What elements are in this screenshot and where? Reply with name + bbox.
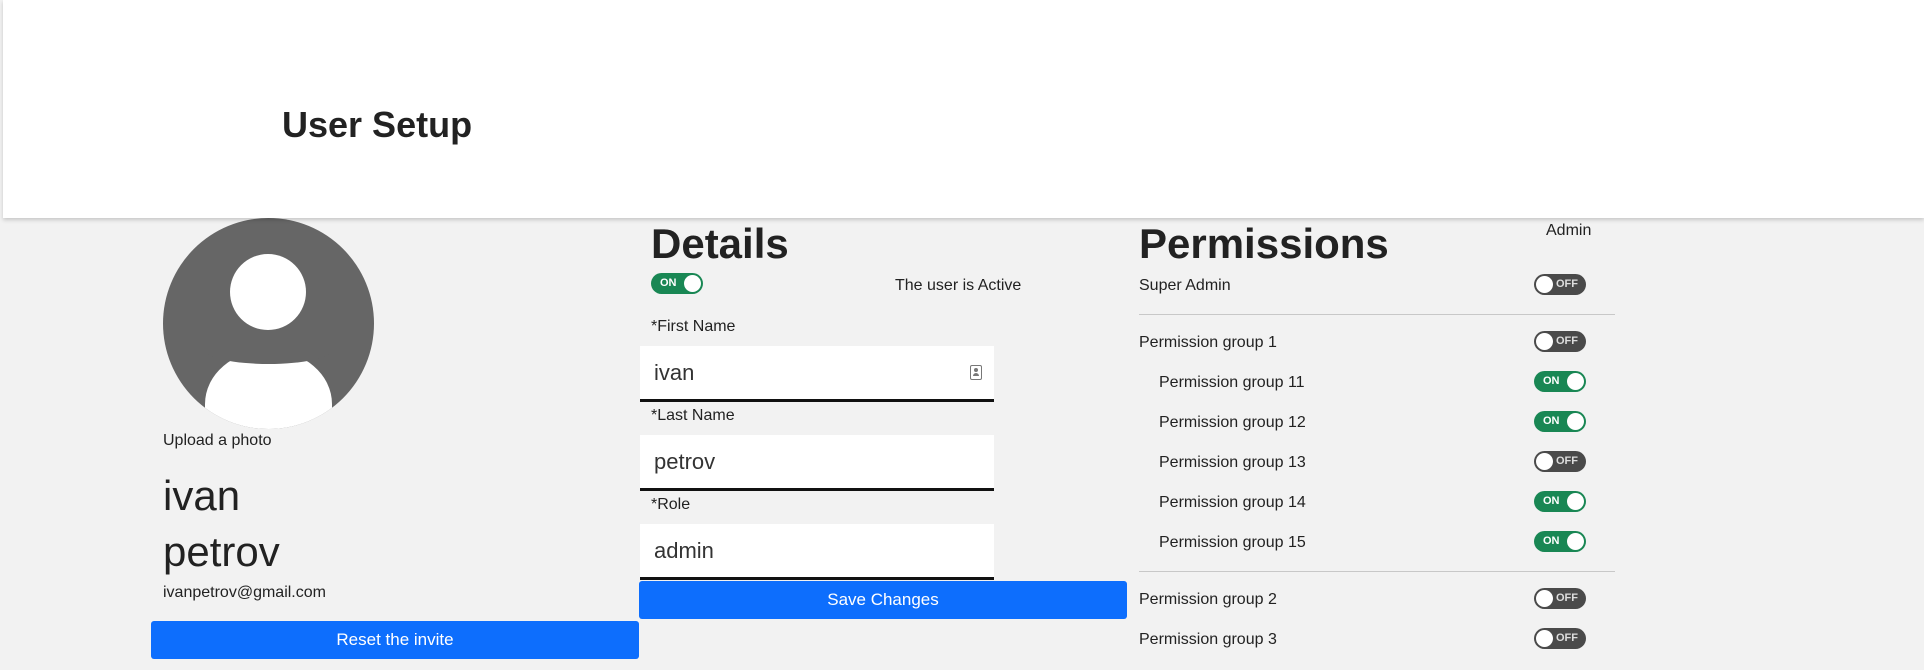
toggle-group-11[interactable]: ON bbox=[1534, 371, 1586, 392]
page-header: User Setup bbox=[3, 0, 1924, 218]
profile-email: ivanpetrov@gmail.com bbox=[163, 584, 326, 601]
role-field-box bbox=[640, 524, 994, 580]
first-name-label: *First Name bbox=[651, 318, 736, 335]
active-status-text: The user is Active bbox=[895, 277, 1022, 294]
divider bbox=[1139, 314, 1615, 315]
perm-label-group-14: Permission group 14 bbox=[1159, 494, 1306, 511]
role-input[interactable] bbox=[654, 534, 954, 568]
avatar-placeholder-icon[interactable] bbox=[163, 218, 374, 429]
toggle-label: ON bbox=[1543, 375, 1560, 387]
toggle-group-13[interactable]: OFF bbox=[1534, 451, 1586, 472]
active-toggle-label: ON bbox=[660, 277, 677, 289]
toggle-group-12[interactable]: ON bbox=[1534, 411, 1586, 432]
profile-last-name: petrov bbox=[163, 528, 280, 575]
perm-label-group-3: Permission group 3 bbox=[1139, 631, 1277, 648]
toggle-label: ON bbox=[1543, 415, 1560, 427]
last-name-label: *Last Name bbox=[651, 407, 735, 424]
perm-label-group-13: Permission group 13 bbox=[1159, 454, 1306, 471]
admin-column-header: Admin bbox=[1546, 222, 1592, 239]
toggle-super-admin[interactable]: OFF bbox=[1534, 274, 1586, 295]
toggle-group-3[interactable]: OFF bbox=[1534, 628, 1586, 649]
toggle-label: OFF bbox=[1556, 335, 1578, 347]
toggle-label: OFF bbox=[1556, 455, 1578, 467]
toggle-label: OFF bbox=[1556, 592, 1578, 604]
perm-label-group-2: Permission group 2 bbox=[1139, 591, 1277, 608]
perm-label-group-15: Permission group 15 bbox=[1159, 534, 1306, 551]
active-toggle[interactable]: ON bbox=[651, 273, 703, 294]
perm-label-group-11: Permission group 11 bbox=[1159, 374, 1305, 391]
save-changes-button[interactable]: Save Changes bbox=[639, 581, 1127, 619]
permissions-title: Permissions bbox=[1139, 220, 1389, 267]
perm-label-group-12: Permission group 12 bbox=[1159, 414, 1306, 431]
toggle-label: OFF bbox=[1556, 278, 1578, 290]
profile-first-name: ivan bbox=[163, 472, 241, 519]
last-name-input[interactable] bbox=[654, 445, 954, 479]
reset-invite-button[interactable]: Reset the invite bbox=[151, 621, 639, 659]
toggle-group-14[interactable]: ON bbox=[1534, 491, 1586, 512]
page-title: User Setup bbox=[282, 104, 473, 145]
toggle-group-2[interactable]: OFF bbox=[1534, 588, 1586, 609]
toggle-label: ON bbox=[1543, 495, 1560, 507]
toggle-label: OFF bbox=[1556, 632, 1578, 644]
divider bbox=[1139, 571, 1615, 572]
first-name-field-box bbox=[640, 346, 994, 402]
perm-label-super-admin: Super Admin bbox=[1139, 277, 1231, 294]
perm-label-group-1: Permission group 1 bbox=[1139, 334, 1277, 351]
toggle-group-1[interactable]: OFF bbox=[1534, 331, 1586, 352]
last-name-field-box bbox=[640, 435, 994, 491]
contact-card-icon[interactable] bbox=[970, 365, 982, 380]
first-name-input[interactable] bbox=[654, 356, 954, 390]
details-title: Details bbox=[651, 220, 789, 267]
toggle-group-15[interactable]: ON bbox=[1534, 531, 1586, 552]
toggle-label: ON bbox=[1543, 535, 1560, 547]
role-label: *Role bbox=[651, 496, 691, 513]
upload-photo-link[interactable]: Upload a photo bbox=[163, 432, 272, 450]
